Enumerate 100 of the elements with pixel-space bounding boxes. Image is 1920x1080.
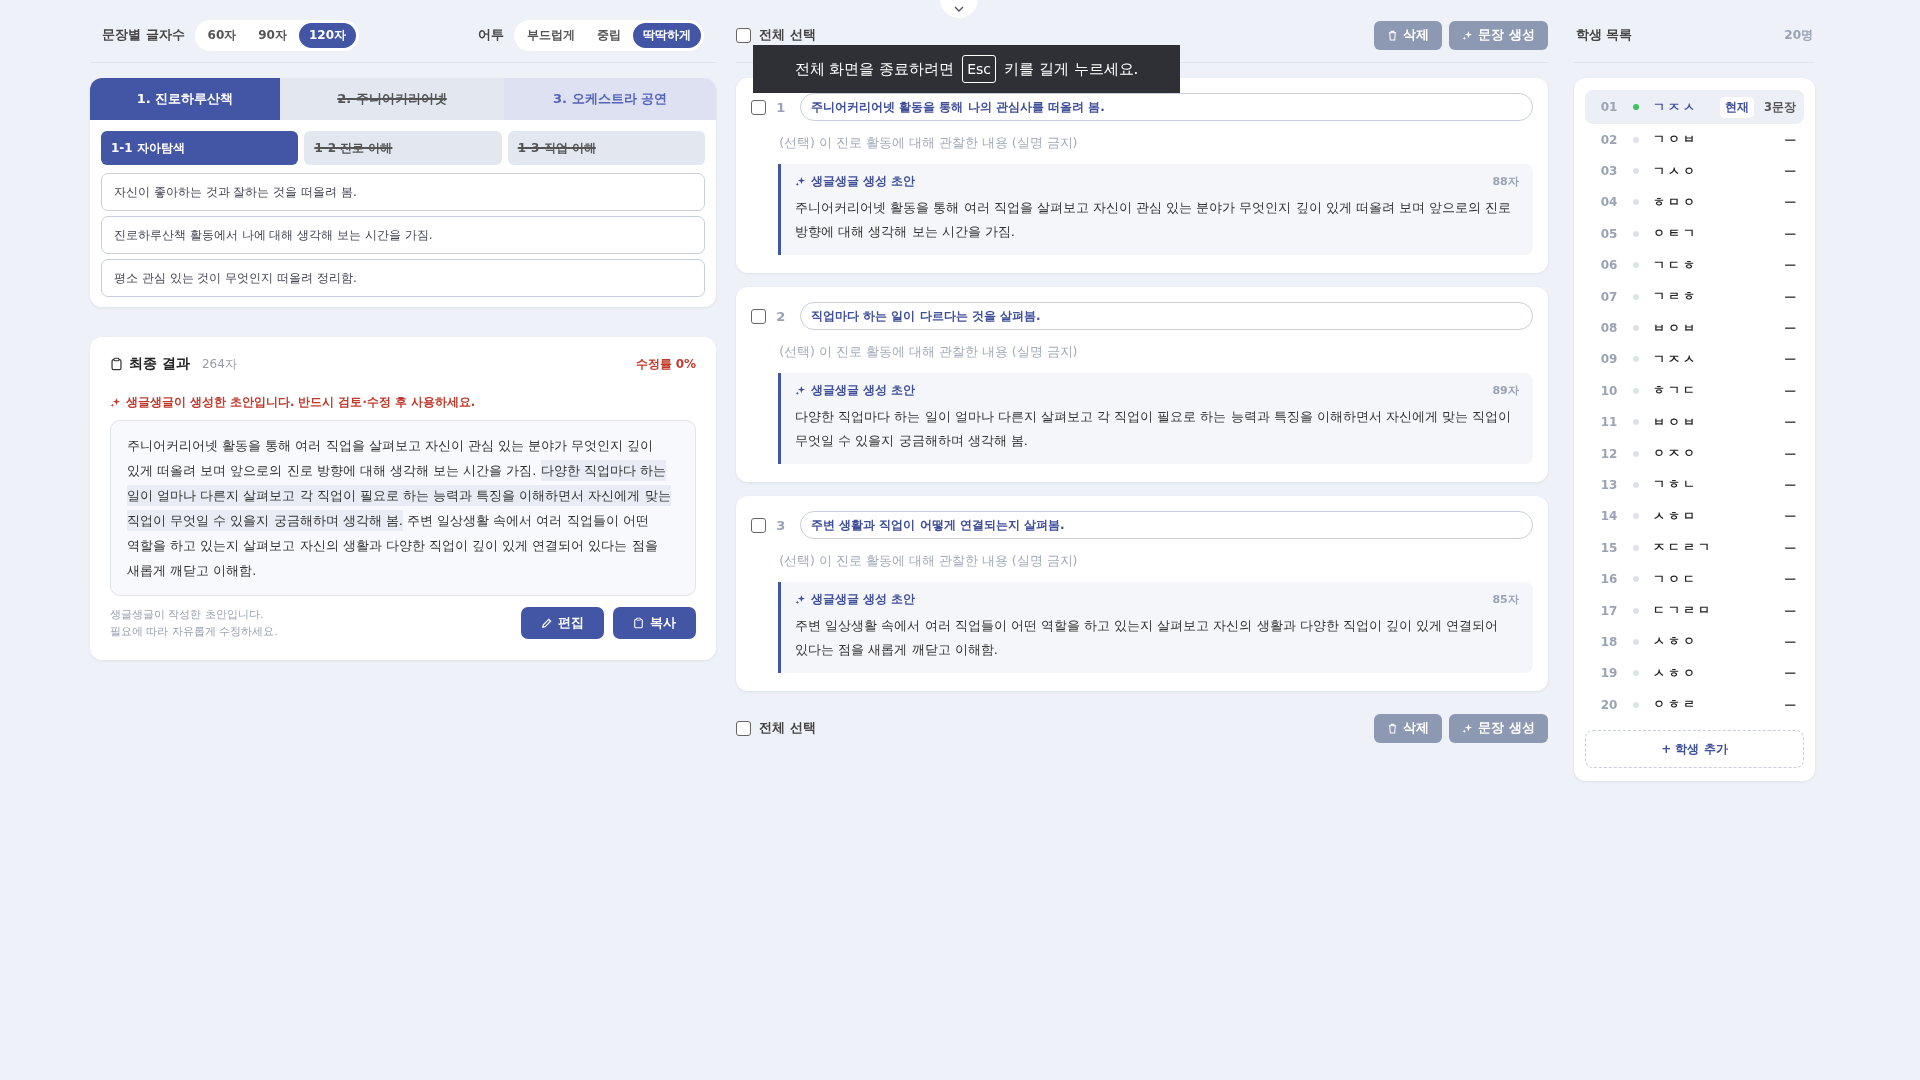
sparkle-icon [795, 594, 807, 605]
tone-label: 어투 [478, 26, 505, 44]
trash-icon [1387, 722, 1399, 734]
student-item[interactable]: 04 ㅎㅁㅇ — [1584, 186, 1804, 219]
option-item[interactable]: 진로하루산책 활동에서 나에 대해 생각해 보는 시간을 가짐. [101, 216, 706, 254]
sentence-checkbox[interactable] [751, 517, 767, 533]
student-item[interactable]: 19 ㅅㅎㅇ — [1584, 657, 1804, 690]
student-list-title: 학생 목록 [1575, 26, 1633, 44]
length-option[interactable]: 60자 [197, 22, 247, 48]
student-item[interactable]: 05 ㅇㅌㄱ — [1584, 218, 1804, 250]
note-text: 필요에 따라 자유롭게 수정하세요. [110, 624, 278, 640]
student-item[interactable]: 16 ㄱㅇㄷ — [1584, 563, 1804, 595]
student-name: ㄱㄷㅎ [1652, 256, 1698, 274]
student-item[interactable]: 03 ㄱㅅㅇ — [1584, 155, 1804, 187]
student-status: — [1784, 383, 1796, 398]
student-name: ㅇㅌㄱ [1652, 225, 1698, 243]
sentence-checkbox[interactable] [751, 308, 767, 324]
sub-tab[interactable]: 1-1 자아탐색 [101, 131, 299, 165]
sparkle-icon [795, 176, 807, 187]
student-item[interactable]: 06 ㄱㄷㅎ — [1584, 249, 1804, 281]
student-number: 03 [1600, 164, 1619, 179]
student-number: 07 [1600, 289, 1619, 304]
student-item[interactable]: 12 ㅇㅈㅇ — [1584, 437, 1804, 470]
student-item[interactable]: 08 ㅂㅇㅂ — [1584, 312, 1804, 344]
length-option[interactable]: 90자 [248, 22, 297, 48]
option-item[interactable]: 자신이 좋아하는 것과 잘하는 것을 떠올려 봄. [101, 173, 706, 211]
select-all-checkbox[interactable] [736, 720, 752, 736]
observation-field[interactable]: (선택) 이 진로 활동에 대해 관찰한 내용 (실명 금지) [751, 553, 1533, 568]
student-item[interactable]: 14 ㅅㅎㅁ — [1584, 500, 1804, 533]
chevron-down-icon [954, 6, 964, 12]
observation-field[interactable]: (선택) 이 진로 활동에 대해 관찰한 내용 (실명 금지) [751, 344, 1533, 359]
length-label: 문장별 글자수 [102, 26, 185, 44]
student-status: — [1784, 446, 1796, 461]
student-number: 16 [1600, 572, 1619, 587]
student-name: ㅈㄷㄹㄱ [1652, 539, 1713, 557]
topic-field[interactable]: 주니어커리어넷 활동을 통해 나의 관심사를 떠올려 봄. [800, 93, 1533, 121]
key-cap: Esc [962, 55, 997, 83]
student-status: — [1784, 132, 1796, 147]
student-item[interactable]: 20 ㅇㅎㄹ — [1584, 689, 1804, 721]
pencil-icon [541, 617, 553, 629]
student-item[interactable]: 11 ㅂㅇㅂ — [1584, 406, 1804, 438]
sub-tab[interactable]: 1-3 직업 이해 [507, 131, 706, 165]
student-name: ㅂㅇㅂ [1652, 413, 1698, 431]
result-text-area[interactable] [110, 420, 697, 596]
student-count: 20명 [1784, 26, 1813, 44]
student-name: ㄱㅈㅅ [1652, 350, 1698, 368]
sparkle-icon [1462, 722, 1474, 734]
student-status: — [1784, 540, 1796, 555]
student-item[interactable]: 17 ㄷㄱㄹㅁ — [1584, 594, 1804, 627]
topic-field[interactable]: 주변 생활과 직업이 어떻게 연결되는지 살펴봄. [800, 511, 1533, 539]
student-status: — [1784, 603, 1796, 618]
student-number: 04 [1600, 195, 1619, 210]
option-item[interactable]: 평소 관심 있는 것이 무엇인지 떠올려 정리함. [101, 259, 706, 297]
sub-tab[interactable]: 1-2 진로 이해 [304, 131, 502, 165]
student-item[interactable]: 09 ㄱㅈㅅ — [1584, 343, 1804, 376]
edit-button[interactable]: 편집 [521, 607, 605, 639]
student-item[interactable]: 02 ㄱㅇㅂ — [1584, 124, 1804, 156]
sentence-number: 2 [776, 308, 787, 324]
student-item[interactable]: 01 ㄱㅈㅅ 현재 3문장 [1584, 90, 1804, 124]
student-number: 19 [1600, 666, 1619, 681]
activity-tab[interactable]: 1. 진로하루산책 [90, 78, 280, 120]
student-item[interactable]: 13 ㄱㅎㄴ — [1584, 469, 1804, 501]
observation-field[interactable]: (선택) 이 진로 활동에 대해 관찰한 내용 (실명 금지) [751, 135, 1533, 150]
student-name: ㅅㅎㅁ [1652, 507, 1698, 525]
activity-tab[interactable]: 3. 오케스트라 공연 [504, 78, 717, 120]
student-name: ㅎㅁㅇ [1652, 193, 1698, 211]
sentence-number: 1 [776, 99, 787, 115]
student-status: — [1784, 164, 1796, 179]
student-name: ㅇㅈㅇ [1652, 445, 1698, 463]
clipboard-icon [633, 617, 645, 629]
student-status: — [1784, 289, 1796, 304]
student-number: 20 [1600, 697, 1619, 712]
tone-option[interactable]: 딱딱하게 [633, 22, 702, 48]
topic-field[interactable]: 직업마다 하는 일이 다르다는 것을 살펴봄. [800, 302, 1533, 330]
add-student-button[interactable]: + 학생 추가 [1584, 730, 1804, 769]
tone-option[interactable]: 부드럽게 [517, 22, 586, 48]
activity-tab[interactable]: 2. 주니어커리어넷 [280, 78, 504, 120]
result-title: 최종 결과 [129, 355, 190, 373]
student-name: ㄱㅎㄴ [1652, 476, 1698, 494]
copy-button[interactable]: 복사 [613, 607, 697, 639]
student-number: 01 [1600, 100, 1619, 114]
student-status: — [1784, 258, 1796, 273]
sparkle-icon [795, 385, 807, 396]
sentence-checkbox[interactable] [751, 99, 767, 115]
student-status: — [1784, 352, 1796, 367]
student-number: 14 [1600, 509, 1619, 524]
draft-text: 주니어커리어넷 활동을 통해 여러 직업을 살펴보고 자신이 관심 있는 분야가 무엇인지 깊이 있게 떠올려 보며 앞으로의 진로 방향에 대해 생각해 보는 시간을 가짐. [795, 199, 1513, 241]
sentence-number: 3 [776, 517, 787, 533]
student-name: ㅇㅎㄹ [1652, 696, 1698, 714]
student-item[interactable]: 10 ㅎㄱㄷ — [1584, 375, 1804, 407]
select-all-checkbox[interactable] [736, 27, 752, 43]
student-status: — [1784, 572, 1796, 587]
char-count: 264자 [201, 355, 237, 373]
sparkle-icon [110, 397, 121, 408]
length-option[interactable]: 120자 [298, 22, 356, 48]
student-item[interactable]: 18 ㅅㅎㅇ — [1584, 626, 1804, 658]
student-status: — [1784, 509, 1796, 524]
student-item[interactable]: 07 ㄱㄹㅎ — [1584, 280, 1804, 313]
tone-option[interactable]: 중립 [587, 22, 632, 48]
student-item[interactable]: 15 ㅈㄷㄹㄱ — [1584, 532, 1804, 564]
